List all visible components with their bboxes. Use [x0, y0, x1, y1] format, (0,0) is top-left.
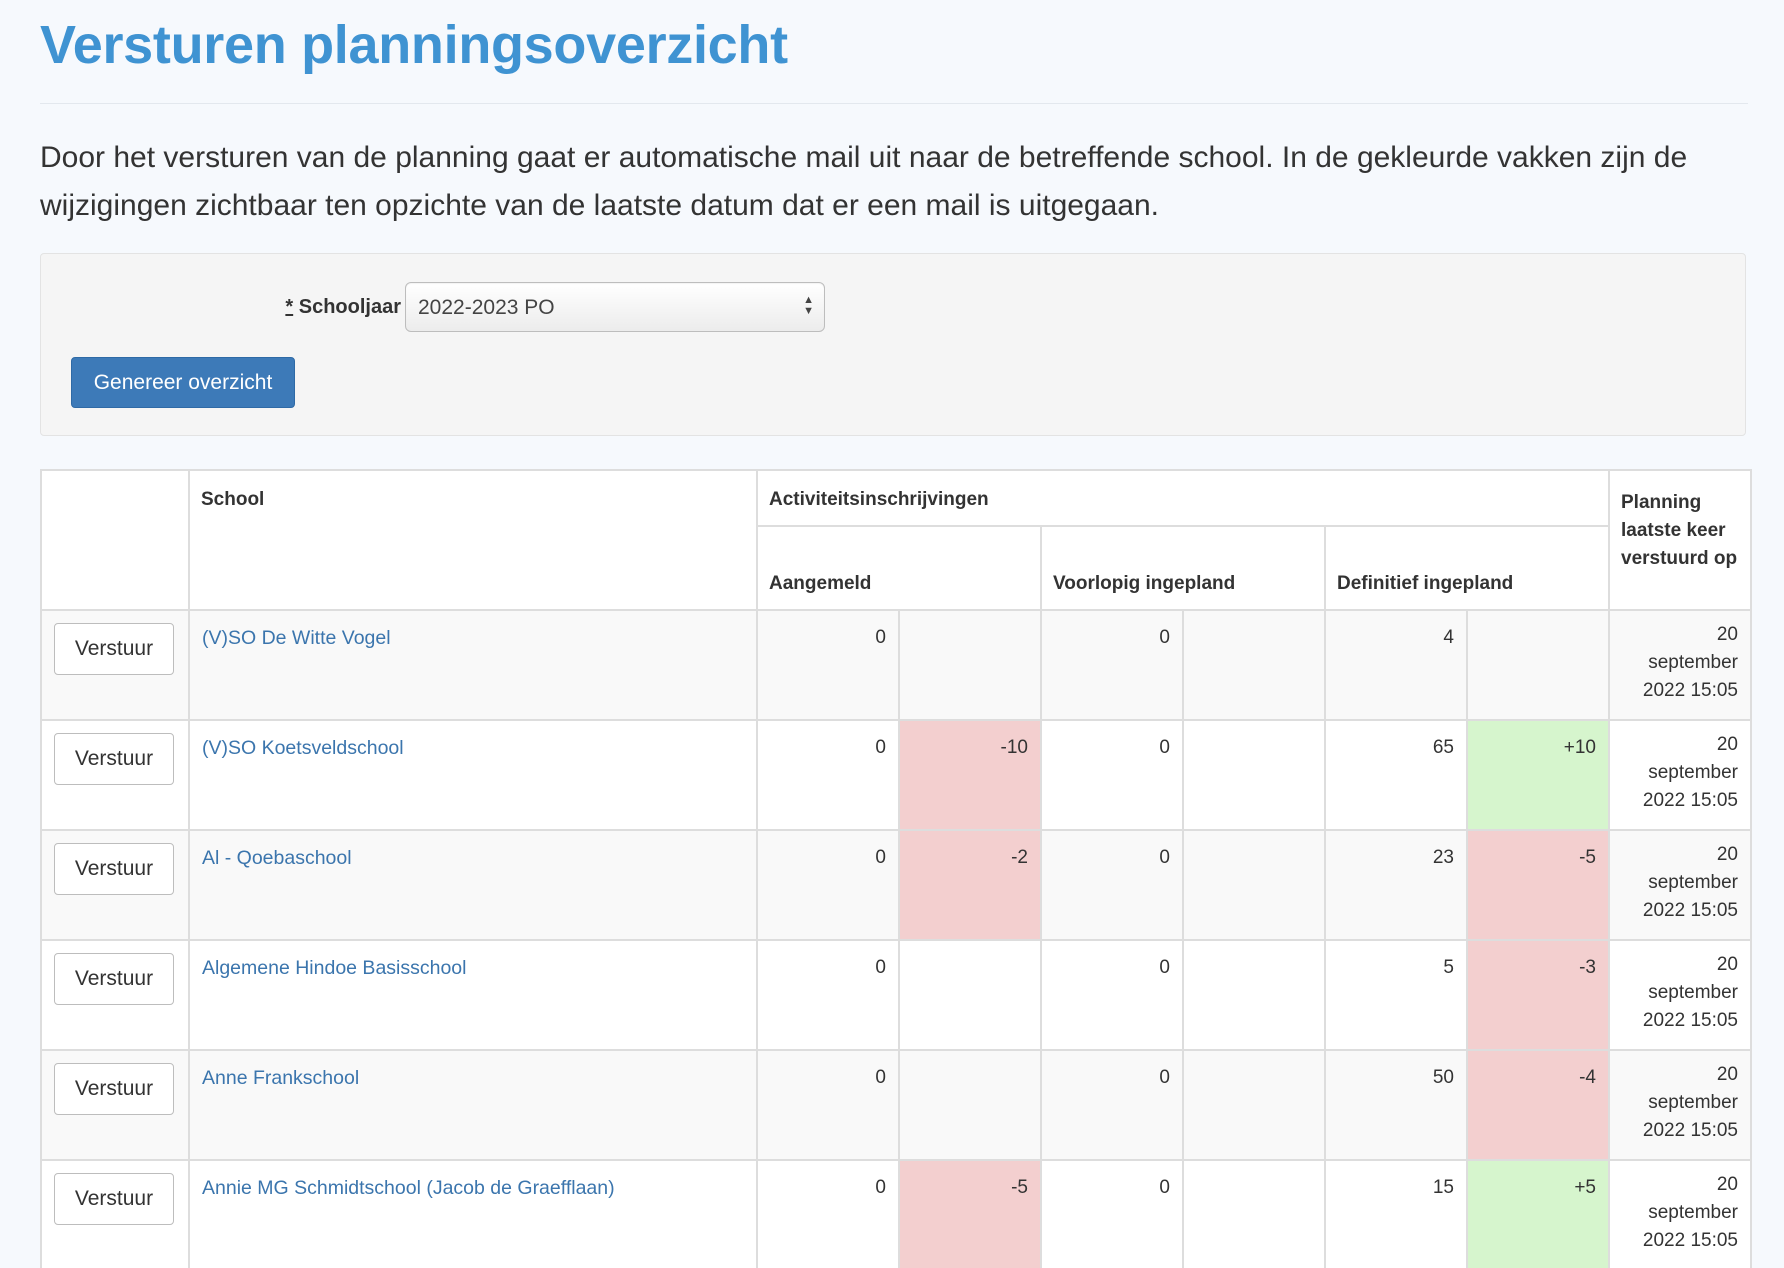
voorlopig-count: 0: [1040, 719, 1184, 831]
voorlopig-count: 0: [1040, 1049, 1184, 1161]
table-row: Verstuur Al - Qoebaschool 0 -2 0 23 -5 20 septe…: [40, 829, 1752, 941]
table-row: Verstuur (V)SO Koetsveldschool 0 -10 0 65 +10 2…: [40, 719, 1752, 831]
schooljaar-label: * Schooljaar: [243, 296, 401, 319]
definitief-change: -5: [1466, 829, 1610, 941]
planning-table: School Activiteitsinschrijvingen Plannin…: [40, 469, 1752, 1268]
school-cell: (V)SO Koetsveldschool: [188, 719, 758, 831]
page: Versturen planningsoverzicht Door het ve…: [0, 0, 1784, 1268]
voorlopig-change: [1182, 719, 1326, 831]
aangemeld-count: 0: [756, 939, 900, 1051]
table-row: Verstuur Annie MG Schmidtschool (Jacob de…: [40, 1159, 1752, 1268]
generate-overview-button[interactable]: Genereer overzicht: [71, 357, 295, 408]
aangemeld-count: 0: [756, 1049, 900, 1161]
school-cell: Anne Frankschool: [188, 1049, 758, 1161]
aangemeld-count: 0: [756, 1159, 900, 1268]
aangemeld-change: -2: [898, 829, 1042, 941]
last-sent-date: 20 september 2022 15:05: [1608, 609, 1752, 721]
action-column-header: [40, 469, 190, 611]
voorlopig-count: 0: [1040, 609, 1184, 721]
schooljaar-select[interactable]: 2022-2023 PO ▲ ▼: [405, 282, 825, 332]
definitief-count: 23: [1324, 829, 1468, 941]
required-mark: *: [285, 296, 294, 318]
table-body: Verstuur (V)SO De Witte Vogel 0 0 4 20 septem…: [40, 609, 1752, 1268]
send-button[interactable]: Verstuur: [54, 1063, 174, 1115]
send-cell: Verstuur: [40, 939, 190, 1051]
definitief-change: [1466, 609, 1610, 721]
last-sent-date: 20 september 2022 15:05: [1608, 939, 1752, 1051]
voorlopig-count: 0: [1040, 829, 1184, 941]
aangemeld-change: -5: [898, 1159, 1042, 1268]
voorlopig-change: [1182, 829, 1326, 941]
send-cell: Verstuur: [40, 1049, 190, 1161]
school-link[interactable]: (V)SO Koetsveldschool: [202, 737, 404, 759]
definitief-change: +10: [1466, 719, 1610, 831]
definitief-change: -4: [1466, 1049, 1610, 1161]
school-link[interactable]: Anne Frankschool: [202, 1067, 359, 1089]
aangemeld-count: 0: [756, 829, 900, 941]
activity-group-header: Activiteitsinschrijvingen: [756, 469, 1610, 527]
definitief-count: 4: [1324, 609, 1468, 721]
definitief-count: 15: [1324, 1159, 1468, 1268]
school-link[interactable]: Algemene Hindoe Basisschool: [202, 957, 467, 979]
school-cell: Algemene Hindoe Basisschool: [188, 939, 758, 1051]
definitief-column-header: Definitief ingepland: [1324, 525, 1610, 611]
send-button[interactable]: Verstuur: [54, 953, 174, 1005]
aangemeld-change: [898, 1049, 1042, 1161]
last-sent-date: 20 september 2022 15:05: [1608, 719, 1752, 831]
voorlopig-change: [1182, 939, 1326, 1051]
voorlopig-change: [1182, 1159, 1326, 1268]
send-cell: Verstuur: [40, 719, 190, 831]
definitief-change: +5: [1466, 1159, 1610, 1268]
table-row: Verstuur Anne Frankschool 0 0 50 -4 20 septemb…: [40, 1049, 1752, 1161]
send-cell: Verstuur: [40, 609, 190, 721]
school-link[interactable]: Al - Qoebaschool: [202, 847, 352, 869]
aangemeld-count: 0: [756, 609, 900, 721]
schooljaar-selected-value: 2022-2023 PO: [418, 296, 555, 319]
voorlopig-count: 0: [1040, 1159, 1184, 1268]
school-column-header: School: [188, 469, 758, 611]
aangemeld-change: [898, 609, 1042, 721]
school-link[interactable]: (V)SO De Witte Vogel: [202, 627, 391, 649]
aangemeld-change: -10: [898, 719, 1042, 831]
page-title: Versturen planningsoverzicht: [40, 15, 788, 75]
send-button[interactable]: Verstuur: [54, 623, 174, 675]
schooljaar-label-text: Schooljaar: [298, 296, 401, 318]
aangemeld-change: [898, 939, 1042, 1051]
planning-column-header: Planning laatste keer verstuurd op: [1608, 469, 1752, 611]
voorlopig-column-header: Voorlopig ingepland: [1040, 525, 1326, 611]
last-sent-date: 20 september 2022 15:05: [1608, 1159, 1752, 1268]
school-cell: Al - Qoebaschool: [188, 829, 758, 941]
send-button[interactable]: Verstuur: [54, 1173, 174, 1225]
definitief-change: -3: [1466, 939, 1610, 1051]
title-divider: [40, 103, 1748, 104]
table-row: Verstuur Algemene Hindoe Basisschool 0 0 5 -3…: [40, 939, 1752, 1051]
send-cell: Verstuur: [40, 1159, 190, 1268]
filter-panel: * Schooljaar 2022-2023 PO ▲ ▼ Genereer ov…: [40, 253, 1746, 436]
send-button[interactable]: Verstuur: [54, 843, 174, 895]
voorlopig-count: 0: [1040, 939, 1184, 1051]
send-button[interactable]: Verstuur: [54, 733, 174, 785]
definitief-count: 5: [1324, 939, 1468, 1051]
last-sent-date: 20 september 2022 15:05: [1608, 1049, 1752, 1161]
school-cell: Annie MG Schmidtschool (Jacob de Graeffl…: [188, 1159, 758, 1268]
select-arrows-icon: ▲ ▼: [803, 294, 814, 317]
definitief-count: 50: [1324, 1049, 1468, 1161]
definitief-count: 65: [1324, 719, 1468, 831]
aangemeld-column-header: Aangemeld: [756, 525, 1042, 611]
last-sent-date: 20 september 2022 15:05: [1608, 829, 1752, 941]
school-cell: (V)SO De Witte Vogel: [188, 609, 758, 721]
school-link[interactable]: Annie MG Schmidtschool (Jacob de Graeffl…: [202, 1177, 615, 1199]
send-cell: Verstuur: [40, 829, 190, 941]
voorlopig-change: [1182, 1049, 1326, 1161]
voorlopig-change: [1182, 609, 1326, 721]
table-row: Verstuur (V)SO De Witte Vogel 0 0 4 20 septem…: [40, 609, 1752, 721]
intro-text: Door het versturen van de planning gaat …: [40, 141, 1688, 222]
aangemeld-count: 0: [756, 719, 900, 831]
